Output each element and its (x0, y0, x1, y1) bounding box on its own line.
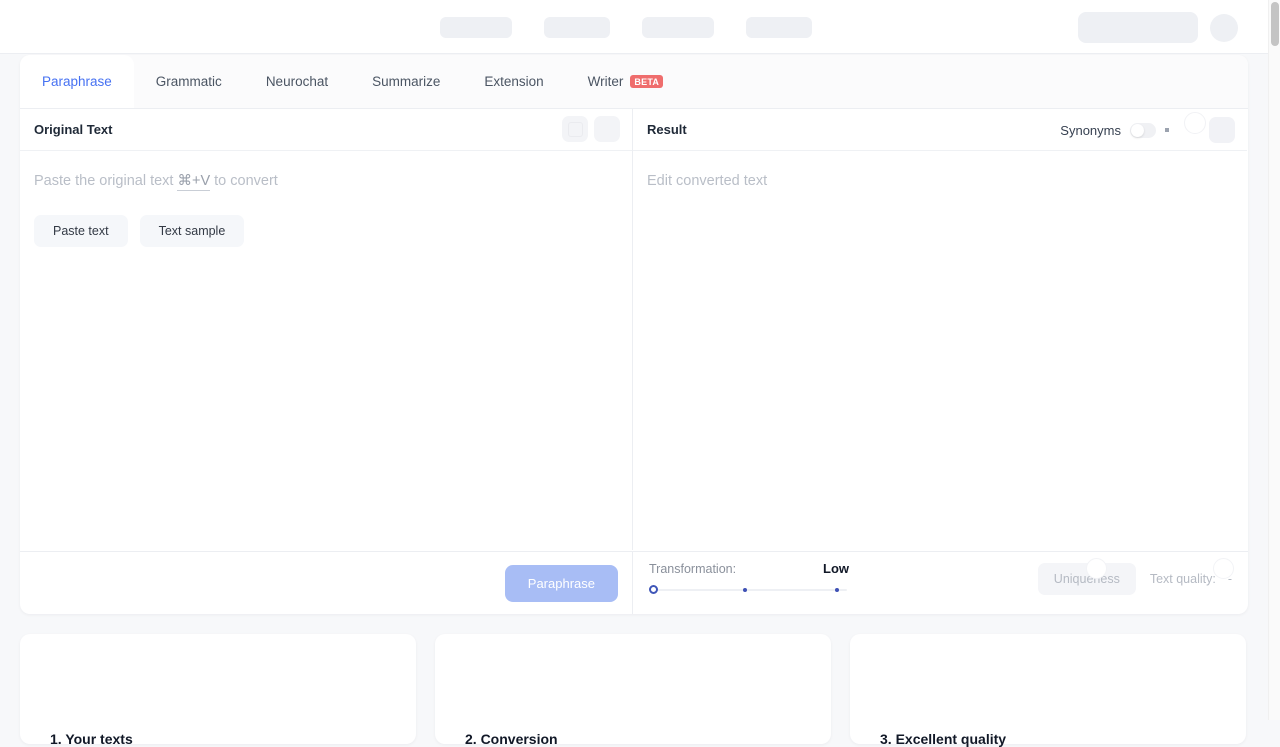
action-bar-right: Transformation: Low Uniqueness Text qual… (633, 552, 1248, 615)
app-header (0, 0, 1268, 54)
page-scrollbar[interactable] (1268, 0, 1280, 720)
action-bar-left: Paraphrase (20, 551, 633, 614)
tab-label: Summarize (372, 74, 441, 89)
uniqueness-loader-skeleton (1086, 557, 1107, 579)
tab-bar: Paraphrase Grammatic Neurochat Summarize… (20, 55, 1248, 109)
placeholder-suffix: to convert (210, 173, 278, 189)
scrollbar-thumb[interactable] (1271, 2, 1279, 46)
transformation-control: Transformation: Low (649, 561, 849, 596)
editor-panes: Original Text Paste the original text ⌘+… (20, 109, 1248, 550)
tab-paraphrase[interactable]: Paraphrase (20, 55, 134, 108)
placeholder-prefix: Paste the original text (34, 173, 178, 189)
slider-track (651, 588, 847, 591)
transformation-slider[interactable] (649, 584, 849, 596)
feature-card-title: 2. Conversion (465, 731, 558, 747)
text-sample-button[interactable]: Text sample (139, 215, 245, 247)
tab-label: Writer (587, 74, 624, 89)
result-placeholder[interactable]: Edit converted text (647, 173, 1233, 189)
tab-writer[interactable]: Writer BETA (566, 55, 685, 108)
feature-card-title: 3. Excellent quality (880, 731, 1007, 747)
original-text-header: Original Text (20, 109, 632, 151)
slider-step-2[interactable] (835, 587, 839, 592)
result-action-square-skeleton[interactable] (1209, 117, 1235, 143)
header-account-area (1078, 12, 1238, 43)
synonyms-toggle[interactable] (1130, 122, 1156, 138)
result-header: Result Synonyms (633, 109, 1247, 151)
nav-skeleton-2 (544, 17, 610, 38)
paste-shortcut-hint: ⌘+V (177, 173, 211, 191)
synonyms-label: Synonyms (1060, 122, 1121, 138)
original-text-title: Original Text (34, 122, 113, 137)
quality-loader-skeleton (1213, 557, 1234, 579)
clear-icon-skeleton[interactable] (594, 116, 620, 142)
header-nav-skeletons (440, 17, 812, 38)
tab-extension[interactable]: Extension (462, 55, 565, 108)
feature-card-2: 2. Conversion (435, 634, 831, 747)
account-button-skeleton[interactable] (1078, 12, 1198, 43)
transformation-value: Low (823, 560, 849, 576)
tab-neurochat[interactable]: Neurochat (244, 55, 350, 108)
quick-action-buttons: Paste text Text sample (34, 215, 618, 247)
feature-card-3: 3. Excellent quality (850, 634, 1246, 747)
result-header-actions: Synonyms (1060, 109, 1235, 151)
original-text-pane: Original Text Paste the original text ⌘+… (20, 109, 633, 550)
feature-card-1: 1. Your texts (20, 634, 416, 747)
tab-grammatic[interactable]: Grammatic (134, 55, 244, 108)
original-text-placeholder[interactable]: Paste the original text ⌘+V to convert (34, 173, 618, 191)
slider-step-0[interactable] (649, 584, 658, 594)
separator-dot-icon (1165, 128, 1169, 132)
nav-skeleton-3 (642, 17, 714, 38)
feature-card-title: 1. Your texts (50, 731, 133, 747)
nav-skeleton-4 (746, 17, 812, 38)
result-body: Edit converted text (633, 151, 1247, 189)
paste-text-button[interactable]: Paste text (34, 215, 128, 247)
original-text-actions (562, 116, 620, 142)
beta-badge: BETA (630, 75, 664, 88)
original-text-body: Paste the original text ⌘+V to convert P… (20, 151, 632, 247)
nav-skeleton-1 (440, 17, 512, 38)
paraphraser-card: Paraphrase Grammatic Neurochat Summarize… (20, 55, 1248, 614)
transformation-row: Transformation: Low (649, 561, 849, 576)
toggle-knob (1131, 123, 1144, 137)
result-pane: Result Synonyms Edit converted text (633, 109, 1247, 550)
text-quality-label: Text quality: (1149, 571, 1216, 586)
action-bar: Paraphrase Transformation: Low Uniquenes… (20, 551, 1248, 614)
quality-control: Uniqueness Text quality: - (1037, 557, 1234, 595)
paraphrase-button[interactable]: Paraphrase (504, 564, 618, 602)
result-action-circle-skeleton[interactable] (1184, 112, 1206, 134)
result-title: Result (647, 122, 687, 137)
tab-label: Neurochat (265, 74, 329, 89)
tab-summarize[interactable]: Summarize (350, 55, 462, 108)
feature-cards-row: 1. Your texts 2. Conversion 3. Excellent… (20, 634, 1248, 747)
tab-label: Grammatic (155, 74, 222, 89)
tab-label: Extension (484, 74, 544, 89)
slider-step-1[interactable] (743, 587, 747, 592)
avatar[interactable] (1210, 13, 1238, 42)
transformation-label: Transformation: (649, 561, 737, 576)
copy-icon-skeleton[interactable] (562, 116, 588, 142)
tab-label: Paraphrase (42, 74, 112, 89)
